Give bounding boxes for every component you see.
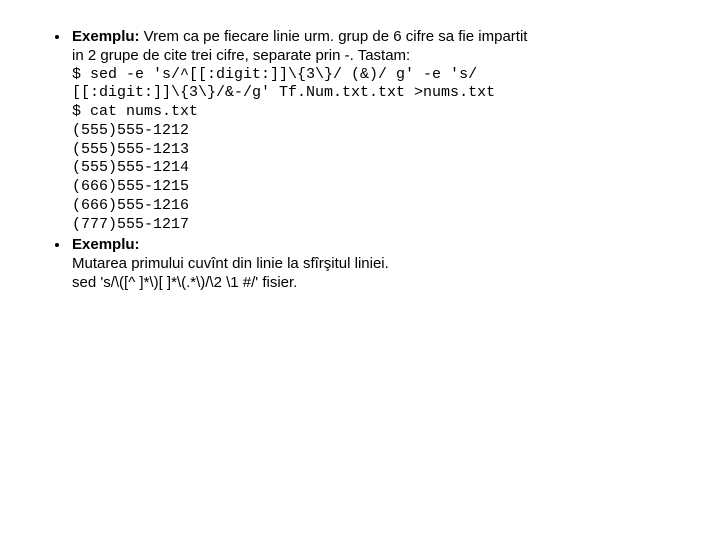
example-1-code-0: $ sed -e 's/^[[:digit:]]\{3\}/ (&)/ g' -…: [72, 66, 684, 85]
example-1-code-3: (555)555-1212: [72, 122, 684, 141]
example-1-code-6: (666)555-1215: [72, 178, 684, 197]
example-2-label: Exemplu:: [72, 236, 140, 253]
example-2-body-1: sed 's/\([^ ]*\)[ ]*\(.*\)/\2 \1 #/' fis…: [72, 274, 684, 293]
example-1-code-1: [[:digit:]]\{3\}/&-/g' Tf.Num.txt.txt >n…: [72, 84, 684, 103]
example-1-code-5: (555)555-1214: [72, 159, 684, 178]
example-1-intro-part1: Vrem ca pe fiecare linie urm. grup de 6 …: [140, 28, 528, 45]
example-1: Exemplu: Vrem ca pe fiecare linie urm. g…: [70, 28, 684, 234]
example-1-intro-part2: in 2 grupe de cite trei cifre, separate …: [72, 47, 684, 66]
example-1-code-2: $ cat nums.txt: [72, 103, 684, 122]
example-1-code-4: (555)555-1213: [72, 141, 684, 160]
example-1-label: Exemplu:: [72, 28, 140, 45]
example-1-code-8: (777)555-1217: [72, 216, 684, 235]
document-page: Exemplu: Vrem ca pe fiecare linie urm. g…: [0, 0, 720, 323]
example-2-body-0: Mutarea primului cuvînt din linie la sfî…: [72, 255, 684, 274]
example-2: Exemplu: Mutarea primului cuvînt din lin…: [70, 236, 684, 292]
bullet-list: Exemplu: Vrem ca pe fiecare linie urm. g…: [36, 28, 684, 293]
example-1-code-7: (666)555-1216: [72, 197, 684, 216]
